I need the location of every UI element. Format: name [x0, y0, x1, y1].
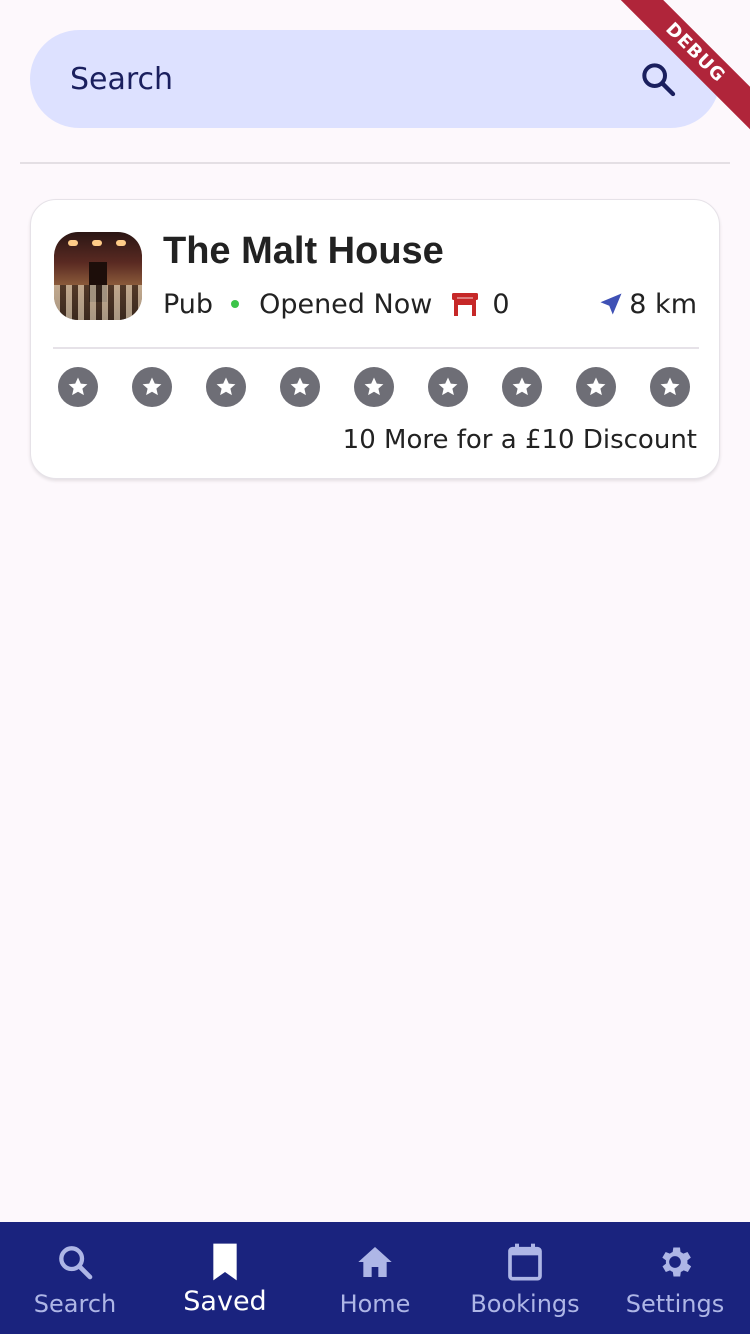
- open-status-dot: [231, 300, 240, 308]
- star-icon: [428, 367, 468, 407]
- venue-type: Pub: [163, 288, 214, 320]
- search-bar[interactable]: Search: [30, 30, 720, 128]
- star-icon: [650, 367, 690, 407]
- discount-text: 10 More for a £10 Discount: [342, 425, 697, 455]
- star-icon: [354, 367, 394, 407]
- nav-item-settings[interactable]: Settings: [600, 1222, 750, 1334]
- nav-item-home[interactable]: Home: [300, 1222, 450, 1334]
- nav-label: Saved: [183, 1286, 267, 1317]
- search-icon[interactable]: [636, 57, 680, 101]
- bottom-navigation: Search Saved Home Bookings Settings: [0, 1222, 750, 1334]
- star-icon: [502, 367, 542, 407]
- home-icon: [353, 1240, 397, 1284]
- venue-thumbnail: [54, 232, 142, 320]
- star-icon: [58, 367, 98, 407]
- nav-label: Settings: [625, 1290, 725, 1318]
- nav-item-saved[interactable]: Saved: [150, 1222, 300, 1334]
- venue-card[interactable]: The Malt House Pub Opened Now 0 8 km 10 …: [30, 199, 720, 479]
- bookmark-icon: [203, 1240, 247, 1284]
- star-icon: [206, 367, 246, 407]
- calendar-icon: [503, 1240, 547, 1284]
- divider: [20, 162, 730, 164]
- stamp-row: [58, 367, 690, 407]
- location-arrow-icon: [600, 293, 622, 315]
- venue-meta: Pub Opened Now 0: [163, 286, 510, 322]
- nav-label: Search: [33, 1290, 117, 1318]
- distance-value: 8 km: [629, 288, 697, 320]
- star-icon: [132, 367, 172, 407]
- venue-distance: 8 km: [597, 286, 697, 322]
- search-icon: [53, 1240, 97, 1284]
- seat-icon: [450, 291, 480, 317]
- card-divider: [53, 347, 699, 349]
- gear-icon: [653, 1240, 697, 1284]
- star-icon: [576, 367, 616, 407]
- nav-label: Home: [339, 1290, 411, 1318]
- seat-count: 0: [492, 288, 510, 320]
- star-icon: [280, 367, 320, 407]
- nav-label: Bookings: [470, 1290, 580, 1318]
- nav-item-bookings[interactable]: Bookings: [450, 1222, 600, 1334]
- venue-status: Opened Now: [259, 288, 433, 320]
- nav-item-search[interactable]: Search: [0, 1222, 150, 1334]
- venue-name: The Malt House: [163, 230, 444, 272]
- search-input[interactable]: Search: [70, 62, 636, 97]
